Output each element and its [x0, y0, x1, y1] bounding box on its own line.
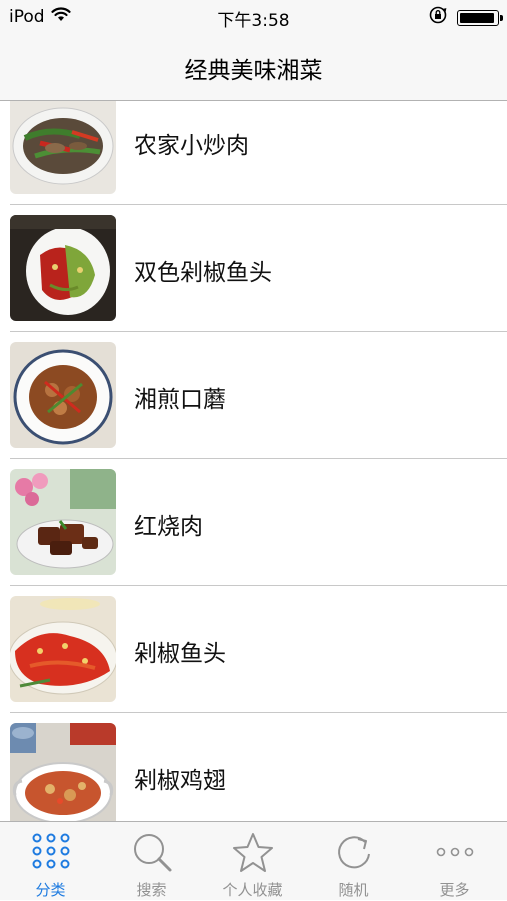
tab-label: 个人收藏 — [222, 881, 283, 899]
recipe-name: 剁椒鱼头 — [134, 641, 226, 667]
tab-bar: 分类 搜索 个人收藏 随机 更多 — [0, 821, 507, 900]
recipe-thumbnail — [10, 101, 116, 194]
battery-icon — [457, 9, 503, 26]
recipe-name: 剁椒鸡翅 — [134, 768, 226, 794]
recipe-name: 双色剁椒鱼头 — [134, 260, 272, 286]
recipe-name: 红烧肉 — [134, 514, 203, 540]
tab-label: 搜索 — [136, 881, 167, 899]
recipe-thumbnail — [10, 723, 116, 821]
page-title: 经典美味湘菜 — [184, 58, 323, 84]
recipe-name: 农家小炒肉 — [134, 133, 249, 159]
recipe-thumbnail — [10, 215, 116, 321]
tab-favorites[interactable]: 个人收藏 — [202, 822, 303, 901]
recipe-thumbnail — [10, 469, 116, 575]
tab-label: 分类 — [35, 881, 66, 899]
tab-search[interactable]: 搜索 — [101, 822, 202, 901]
tab-more[interactable]: 更多 — [404, 822, 505, 901]
star-icon — [230, 832, 276, 874]
list-item[interactable]: 红烧肉 — [0, 459, 507, 586]
list-item[interactable]: 湘煎口蘑 — [0, 332, 507, 459]
tab-category[interactable]: 分类 — [0, 822, 101, 901]
recipe-thumbnail — [10, 596, 116, 702]
tab-random[interactable]: 随机 — [303, 822, 404, 901]
grid-icon — [28, 832, 74, 874]
status-right — [429, 6, 503, 29]
recipe-thumbnail — [10, 342, 116, 448]
list-item[interactable]: 剁椒鸡翅 — [0, 713, 507, 821]
tab-label: 更多 — [439, 881, 470, 899]
tab-label: 随机 — [338, 881, 369, 899]
navigation-bar: 经典美味湘菜 — [0, 32, 507, 101]
list-item[interactable]: 农家小炒肉 — [0, 101, 507, 205]
list-item[interactable]: 剁椒鱼头 — [0, 586, 507, 713]
list-item[interactable]: 双色剁椒鱼头 — [0, 205, 507, 332]
search-icon — [129, 832, 175, 874]
status-bar: iPod 下午3:58 — [0, 0, 507, 32]
battery-level — [460, 12, 494, 23]
recipe-list[interactable]: 农家小炒肉 双色剁椒鱼头 湘煎口蘑 红烧肉 剁椒鱼头 剁椒鸡翅 — [0, 101, 507, 821]
rotation-lock-icon — [429, 6, 447, 29]
more-icon — [432, 832, 478, 874]
refresh-icon — [331, 832, 377, 874]
recipe-name: 湘煎口蘑 — [134, 387, 226, 413]
